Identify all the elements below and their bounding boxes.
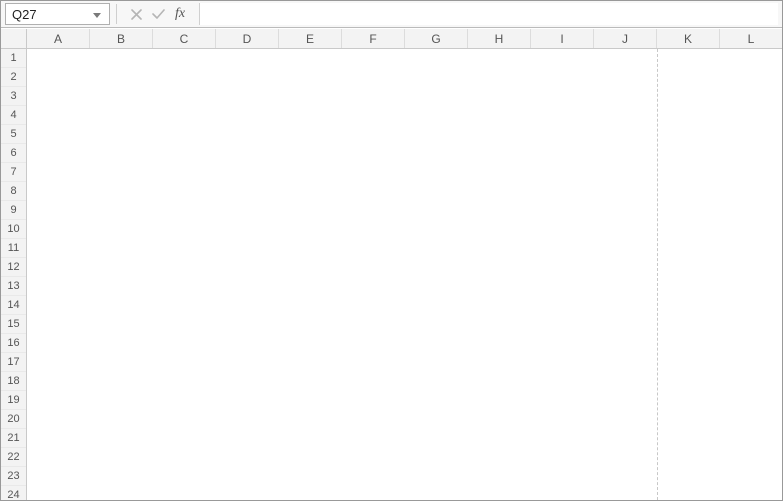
select-all-corner[interactable] [1,29,27,49]
row-header[interactable]: 23 [1,467,26,486]
row-header[interactable]: 11 [1,239,26,258]
row-header[interactable]: 13 [1,277,26,296]
cancel-button[interactable] [125,3,147,25]
namebox-wrap: Q27 [1,1,110,27]
row-header[interactable]: 20 [1,410,26,429]
row-header[interactable]: 4 [1,106,26,125]
row-header[interactable]: 22 [1,448,26,467]
row-header[interactable]: 24 [1,486,26,500]
cells-area[interactable] [27,49,782,500]
row-header[interactable]: 6 [1,144,26,163]
column-header[interactable]: G [405,29,468,48]
row-header[interactable]: 16 [1,334,26,353]
row-header[interactable]: 7 [1,163,26,182]
enter-button[interactable] [147,3,169,25]
row-header[interactable]: 14 [1,296,26,315]
column-header[interactable]: C [153,29,216,48]
column-header[interactable]: H [468,29,531,48]
insert-function-button[interactable]: fx [169,3,191,25]
cancel-icon [131,9,142,20]
row-headers: 123456789101112131415161718192021222324 [1,49,27,500]
name-box[interactable]: Q27 [5,3,110,25]
chevron-down-icon[interactable] [89,7,105,22]
row-header[interactable]: 15 [1,315,26,334]
fx-icon: fx [175,6,185,22]
row-header[interactable]: 21 [1,429,26,448]
column-header[interactable]: L [720,29,782,48]
divider [116,4,117,24]
column-header[interactable]: K [657,29,720,48]
row-header[interactable]: 19 [1,391,26,410]
formula-tool-buttons: fx [123,1,193,27]
row-header[interactable]: 17 [1,353,26,372]
column-header[interactable]: A [27,29,90,48]
page-break-line [657,49,658,500]
row-header[interactable]: 2 [1,68,26,87]
row-header[interactable]: 3 [1,87,26,106]
row-header[interactable]: 5 [1,125,26,144]
row-header[interactable]: 1 [1,49,26,68]
column-headers: ABCDEFGHIJKL [27,29,782,49]
row-header[interactable]: 9 [1,201,26,220]
column-header[interactable]: F [342,29,405,48]
column-header[interactable]: I [531,29,594,48]
spreadsheet-grid[interactable]: ABCDEFGHIJKL 123456789101112131415161718… [1,29,782,500]
column-header[interactable]: E [279,29,342,48]
column-header[interactable]: B [90,29,153,48]
row-header[interactable]: 12 [1,258,26,277]
formula-input[interactable] [199,3,778,25]
row-header[interactable]: 18 [1,372,26,391]
row-header[interactable]: 8 [1,182,26,201]
row-header[interactable]: 10 [1,220,26,239]
name-box-value: Q27 [12,7,89,22]
excel-window: Q27 fx ABCDEFGHIJKL 12345678910111213141… [0,0,783,501]
column-header[interactable]: D [216,29,279,48]
formula-bar: Q27 fx [1,1,782,28]
column-header[interactable]: J [594,29,657,48]
check-icon [152,9,165,20]
